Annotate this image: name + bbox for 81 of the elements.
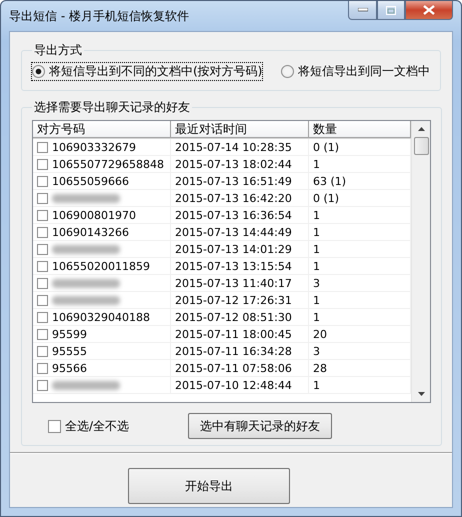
table-row[interactable]: 10690329040188 2015-07-12 08:51:30 1 xyxy=(33,309,411,326)
radio-option[interactable]: 将短信导出到同一文档中 xyxy=(281,63,430,80)
time-cell: 2015-07-12 08:51:30 xyxy=(171,309,309,325)
select-all-checkbox[interactable]: 全选/全不选 xyxy=(48,418,188,434)
close-button[interactable] xyxy=(405,1,453,20)
table-row[interactable]: 2015-07-13 11:40:17 3 xyxy=(33,275,411,292)
time-cell: 2015-07-11 16:34:28 xyxy=(171,343,309,359)
checkbox[interactable] xyxy=(37,158,48,170)
checkbox[interactable] xyxy=(37,142,48,152)
checkbox[interactable] xyxy=(37,380,48,390)
table-row[interactable]: 10690143266 2015-07-13 14:44:49 1 xyxy=(33,224,411,241)
checkbox[interactable] xyxy=(37,362,48,374)
time-cell: 2015-07-13 14:01:29 xyxy=(171,241,309,257)
scroll-thumb[interactable] xyxy=(414,137,428,155)
table-row[interactable]: 10655020011859 2015-07-13 13:15:54 1 xyxy=(33,258,411,275)
table-row[interactable]: 95555 2015-07-11 16:34:28 3 xyxy=(33,343,411,360)
column-header[interactable]: 数量 xyxy=(309,121,411,138)
blurred-number xyxy=(52,296,120,304)
table-row[interactable]: 2015-07-12 17:26:31 1 xyxy=(33,292,411,309)
maximize-button[interactable] xyxy=(377,1,405,20)
checkbox[interactable] xyxy=(37,192,48,204)
checkbox[interactable] xyxy=(37,278,48,288)
checkbox[interactable] xyxy=(37,260,48,272)
blurred-number xyxy=(52,244,120,254)
table-row[interactable]: 95599 2015-07-11 18:00:45 20 xyxy=(33,326,411,343)
checkbox[interactable] xyxy=(37,312,48,322)
time-cell: 2015-07-13 16:51:49 xyxy=(171,173,309,189)
checkbox[interactable] xyxy=(37,346,48,356)
maximize-icon xyxy=(386,6,396,14)
phone-number: 1065507729658848 xyxy=(52,158,164,170)
table-row[interactable]: 10655059666 2015-07-13 16:51:49 63 (1) xyxy=(33,173,411,190)
scrollbar[interactable] xyxy=(411,121,430,402)
phone-number: 106900801970 xyxy=(52,208,136,222)
checkbox[interactable] xyxy=(37,210,48,220)
phone-number: 10655020011859 xyxy=(52,260,150,272)
table-row[interactable]: 1065507729658848 2015-07-13 18:02:44 1 xyxy=(33,156,411,173)
time-cell: 2015-07-14 10:28:35 xyxy=(171,139,309,155)
close-icon xyxy=(423,5,435,15)
blurred-number xyxy=(52,194,120,202)
time-cell: 2015-07-10 12:48:44 xyxy=(171,377,309,393)
blurred-number xyxy=(52,380,120,390)
minimize-icon xyxy=(358,8,368,12)
time-cell: 2015-07-11 07:58:06 xyxy=(171,360,309,376)
phone-number: 106903332679 xyxy=(52,140,136,154)
checkbox[interactable] xyxy=(37,294,48,306)
table-row[interactable]: 2015-07-13 16:42:20 0 (1) xyxy=(33,190,411,207)
time-cell: 2015-07-13 13:15:54 xyxy=(171,258,309,274)
radio-option[interactable]: 将短信导出到不同的文档中(按对方号码) xyxy=(32,63,262,80)
checkbox[interactable] xyxy=(37,328,48,340)
time-cell: 2015-07-13 11:40:17 xyxy=(171,275,309,291)
group-title: 选择需要导出聊天记录的好友 xyxy=(33,99,191,116)
time-cell: 2015-07-13 14:44:49 xyxy=(171,224,309,240)
minimize-button[interactable] xyxy=(348,1,377,20)
phone-number: 10655059666 xyxy=(52,174,129,188)
phone-number: 95599 xyxy=(52,328,87,340)
time-cell: 2015-07-11 18:00:45 xyxy=(171,326,309,342)
time-cell: 2015-07-12 17:26:31 xyxy=(171,292,309,308)
phone-number: 10690329040188 xyxy=(52,310,150,324)
start-export-button[interactable]: 开始导出 xyxy=(128,468,290,504)
phone-number: 95566 xyxy=(52,362,87,374)
select-with-chats-button[interactable]: 选中有聊天记录的好友 xyxy=(188,413,332,439)
time-cell: 2015-07-13 18:02:44 xyxy=(171,156,309,172)
phone-number: 10690143266 xyxy=(52,226,129,238)
checkbox[interactable] xyxy=(37,176,48,186)
table-row[interactable]: 2015-07-10 12:48:44 1 xyxy=(33,377,411,394)
column-header[interactable]: 最近对话时间 xyxy=(171,121,309,138)
table-row[interactable]: 2015-07-13 14:01:29 1 xyxy=(33,241,411,258)
table-row[interactable]: 95566 2015-07-11 07:58:06 28 xyxy=(33,360,411,377)
time-cell: 2015-07-13 16:36:54 xyxy=(171,207,309,223)
table-row[interactable]: 106900801970 2015-07-13 16:36:54 1 xyxy=(33,207,411,224)
table-row[interactable]: 106903332679 2015-07-14 10:28:35 0 (1) xyxy=(33,139,411,156)
checkbox[interactable] xyxy=(37,244,48,254)
group-title: 导出方式 xyxy=(33,42,83,59)
scroll-down-icon[interactable] xyxy=(418,392,424,396)
window-title: 导出短信 - 楼月手机短信恢复软件 xyxy=(9,8,189,25)
blurred-number xyxy=(52,278,120,288)
column-header[interactable]: 对方号码 xyxy=(33,121,171,138)
phone-number: 95555 xyxy=(52,344,87,358)
checkbox[interactable] xyxy=(37,226,48,238)
time-cell: 2015-07-13 16:42:20 xyxy=(171,190,309,206)
scroll-up-icon[interactable] xyxy=(418,127,424,131)
